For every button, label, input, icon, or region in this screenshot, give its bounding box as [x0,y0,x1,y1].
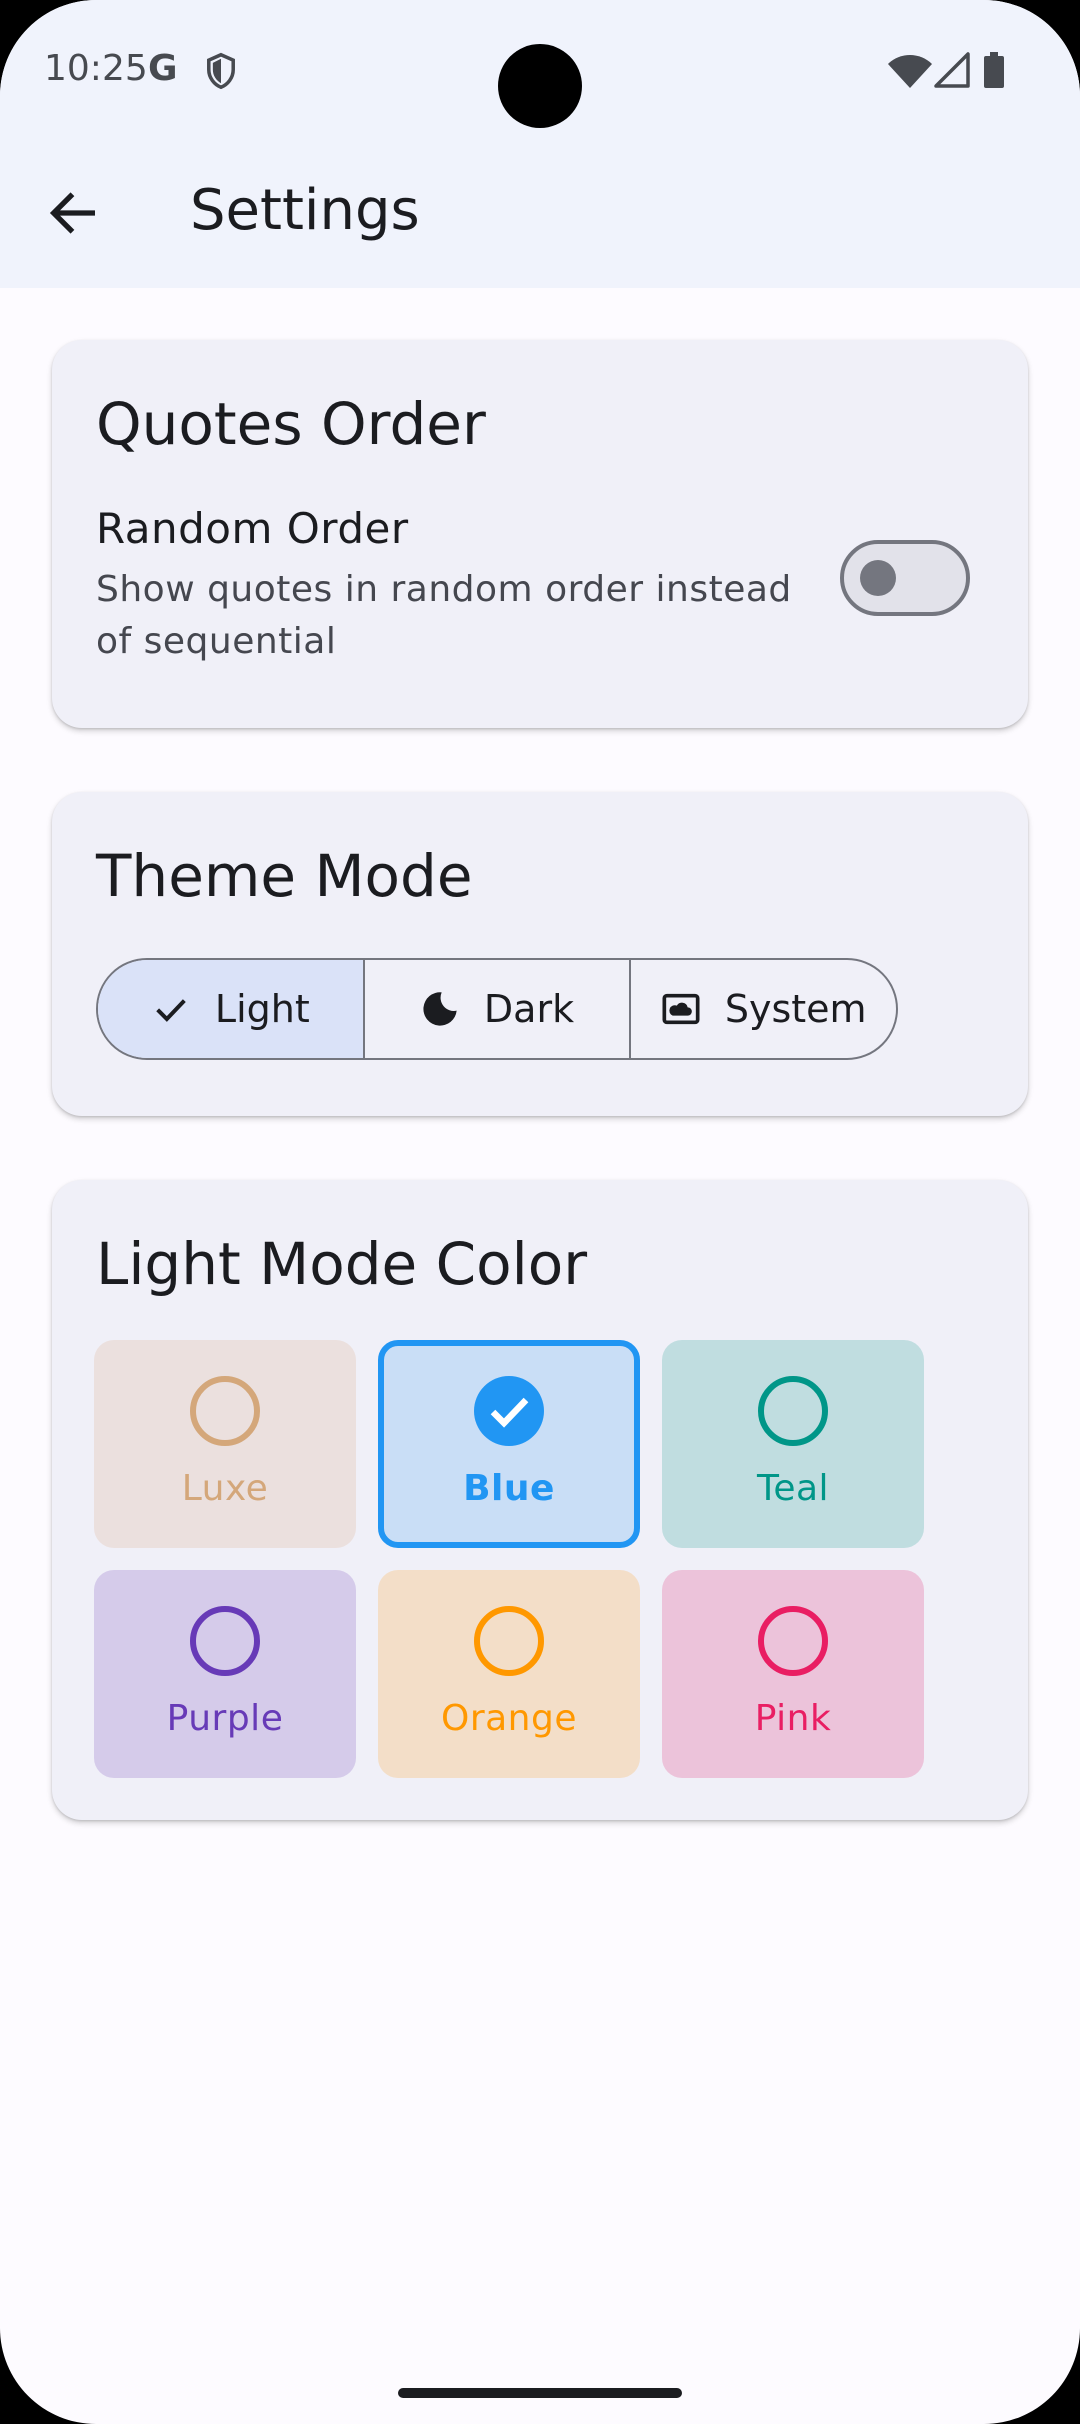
theme-mode-title: Theme Mode [96,842,473,910]
shield-icon [207,52,235,90]
status-time: 10:25 [44,48,148,89]
theme-option-dark[interactable]: Dark [362,960,630,1058]
top-app-bar: 10:25 G Settings [0,0,1080,288]
page-title: Settings [190,178,420,243]
status-bar: 10:25 G [0,0,1080,140]
unselected-circle-icon [758,1376,828,1446]
theme-option-system[interactable]: System [629,960,896,1058]
color-option-label: Purple [166,1698,284,1739]
quotes-order-title: Quotes Order [96,390,486,458]
unselected-circle-icon [474,1606,544,1676]
unselected-circle-icon [190,1376,260,1446]
system-icon [662,993,700,1025]
random-order-title: Random Order [96,504,409,553]
screen: 10:25 G Settings Quotes Order Random Ord… [0,0,1080,2424]
home-indicator[interactable] [398,2388,682,2398]
color-option-purple[interactable]: Purple [94,1570,356,1778]
theme-option-label: Light [214,987,310,1031]
camera-cutout [498,44,582,128]
color-option-label: Pink [754,1698,832,1739]
color-option-blue[interactable]: Blue [378,1340,640,1548]
theme-option-label: System [724,987,867,1031]
quotes-order-card: Quotes Order Random Order Show quotes in… [52,340,1028,728]
color-option-pink[interactable]: Pink [662,1570,924,1778]
color-option-teal[interactable]: Teal [662,1340,924,1548]
random-order-switch[interactable] [840,540,970,616]
color-option-luxe[interactable]: Luxe [94,1340,356,1548]
theme-mode-card: Theme Mode Light Dark System [52,792,1028,1116]
color-option-orange[interactable]: Orange [378,1570,640,1778]
check-icon [156,999,186,1022]
wifi-icon [888,55,932,88]
color-option-label: Orange [440,1698,577,1739]
moon-icon [423,992,457,1026]
color-option-label: Blue [463,1468,555,1509]
signal-icon [934,52,970,88]
unselected-circle-icon [190,1606,260,1676]
google-icon: G [148,48,178,89]
back-arrow-icon[interactable] [44,184,102,242]
color-option-label: Teal [756,1468,830,1509]
theme-option-light[interactable]: Light [98,960,363,1058]
theme-option-label: Dark [483,987,575,1031]
light-mode-color-title: Light Mode Color [96,1230,588,1298]
switch-thumb [860,560,896,596]
theme-mode-segmented-button: Light Dark System [96,958,898,1060]
battery-icon [984,52,1004,88]
random-order-description: Show quotes in random order instead of s… [96,569,792,662]
check-circle-icon [474,1376,544,1446]
unselected-circle-icon [758,1606,828,1676]
color-option-label: Luxe [181,1468,269,1509]
light-mode-color-card: Light Mode Color Luxe Blue Teal Purple O… [52,1180,1028,1820]
